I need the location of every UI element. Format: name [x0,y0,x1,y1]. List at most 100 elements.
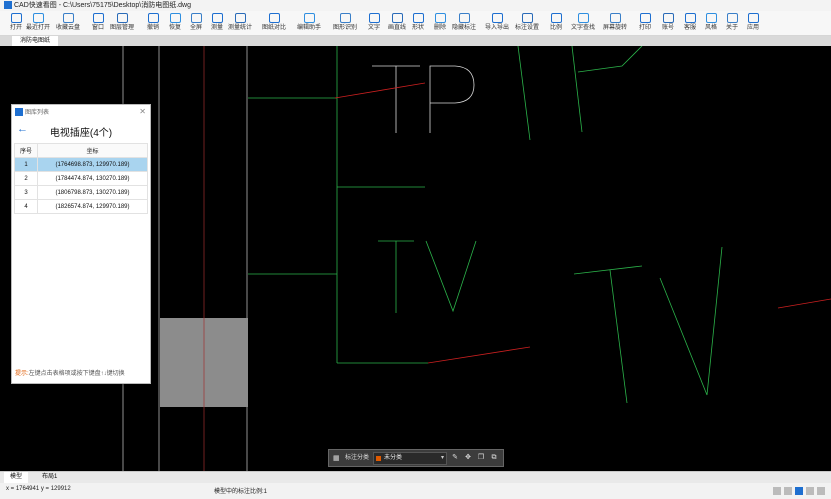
status-message: 模型中的标注比例:1 [214,489,268,495]
column-header: 序号 [14,143,38,158]
row-coord: (1784474.874, 130270.189) [37,171,148,186]
measure-button[interactable]: 测量 [205,12,229,34]
toolbar-label: 最近打开 [26,25,51,31]
vip-icon [190,13,202,23]
apply-button[interactable]: 应用 [741,12,765,34]
cad-line [517,45,531,141]
result-panel[interactable]: 图库列表 ✕ ← 电视插座(4个) 序号 坐标 1 (1764698.873, 1… [11,104,151,384]
category-select[interactable]: 未分类 ▾ [373,452,447,465]
stats-icon [234,13,246,23]
print-button[interactable]: 打印 [633,12,657,34]
toolbar-label: 测量 [210,25,223,31]
tv-letter-stroke [659,246,723,396]
move-icon[interactable]: ✥ [463,452,473,463]
layout-tabs: 模型 布局1 [0,471,831,483]
table-row[interactable]: 2 (1784474.874, 130270.189) [14,171,148,186]
open-button[interactable]: 打开 [4,12,28,34]
toolbar-label: 文字 [367,25,380,31]
toolbar-label: 屏幕旋转 [603,25,628,31]
status-toggle-icon[interactable] [784,487,792,495]
toolbar-label: 删除 [433,25,446,31]
toolbar-label: 打印 [638,25,651,31]
table-row[interactable]: 4 (1826574.874, 129970.189) [14,199,148,214]
title-bar: CAD快速看图 - C:\Users\75175\Desktop\消防电图纸.d… [0,0,831,11]
layer-button[interactable]: 图层管理 [110,12,134,34]
recognize-button[interactable]: 图形识别 [333,12,357,34]
panel-title: 图库列表 [15,108,49,118]
document-tabstrip: 消防电图纸 [0,36,831,46]
measure-stat-button[interactable]: 测量统计 [228,12,252,34]
delete-button[interactable]: 删除 [428,12,452,34]
eraser-icon [434,13,446,23]
duplicate-icon[interactable]: ⧉ [489,452,499,463]
undo-button[interactable]: 撤销 [141,12,165,34]
layers-icon [116,13,128,23]
compare-icon [268,13,280,23]
text-button[interactable]: 文字 [362,12,386,34]
tab-model[interactable]: 模型 [4,472,29,483]
find-button[interactable]: 文字查找 [571,12,595,34]
table-row[interactable]: 3 (1806798.873, 130270.189) [14,185,148,200]
shape-button[interactable]: 形状 [406,12,430,34]
status-toggle-icon[interactable] [806,487,814,495]
toolbar-label: 窗口 [91,25,104,31]
category-value: 未分类 [384,455,403,461]
hide-icon [458,13,470,23]
window-title: CAD快速看图 - C:\Users\75175\Desktop\消防电图纸.d… [14,2,191,9]
annot-button[interactable]: 标注设置 [515,12,539,34]
tp-letter-stroke [429,65,475,133]
text-icon [368,13,380,23]
headset-icon [684,13,696,23]
document-tab[interactable]: 消防电图纸 [12,36,58,46]
edit-icon[interactable]: ✎ [450,452,460,463]
screen-button[interactable]: 屏幕旋转 [603,12,627,34]
row-number: 3 [14,185,38,200]
account-button[interactable]: 账号 [656,12,680,34]
window-button[interactable]: 窗口 [86,12,110,34]
tv-letter-stroke [609,269,628,404]
cad-line [777,298,831,309]
settings-icon [521,13,533,23]
cloud-button[interactable]: 收藏云盘 [56,12,80,34]
table-row[interactable]: 1 (1764698.873, 129970.189) [14,157,148,172]
style-icon [705,13,717,23]
status-toggle-icon[interactable] [817,487,825,495]
toolbar-label: 编辑助手 [297,25,322,31]
toolbar-label: 图层管理 [110,25,135,31]
compare-button[interactable]: 图纸对比 [262,12,286,34]
assistant-button[interactable]: 编辑助手 [297,12,321,34]
toolbar-label: 打开 [9,25,22,31]
undo-icon [147,13,159,23]
panel-hint: 提示:左键点击表格项或按下键盘↑↓键切换 [15,368,125,377]
recent-button[interactable]: 最近打开 [26,12,50,34]
status-toggle-icon[interactable] [795,487,803,495]
cad-line [427,346,531,364]
toolbar-label: 形状 [411,25,424,31]
row-number: 1 [14,157,38,172]
scale-button[interactable]: 比例 [544,12,568,34]
copy-icon[interactable]: ❐ [476,452,486,463]
panel-title-text: 图库列表 [25,110,50,116]
import-icon [491,13,503,23]
cad-line [334,82,426,99]
toolbar-label: 文字查找 [571,25,596,31]
toolbar-label: 比例 [549,25,562,31]
toolbar-label: 撤销 [146,25,159,31]
status-bar: x = 1764941 y = 129912 模型中的标注比例:1 [0,483,831,499]
annotation-bar: ▦ 标注分类 未分类 ▾ ✎ ✥ ❐ ⧉ [328,449,504,467]
row-coord: (1826574.874, 129970.189) [37,199,148,214]
recognize-icon [339,13,351,23]
import-button[interactable]: 导入导出 [485,12,509,34]
toolbar-label: 图形识别 [333,25,358,31]
status-toggle-icon[interactable] [773,487,781,495]
panel-heading: 电视插座(4个) [49,128,113,139]
hide-button[interactable]: 隐藏标注 [452,12,476,34]
toolbar-label: 测量统计 [228,25,253,31]
scale-icon [550,13,562,23]
tv-letter-stroke [425,240,477,313]
grid-icon[interactable]: ▦ [333,454,340,462]
app-icon [15,108,23,117]
tab-layout1[interactable]: 布局1 [36,472,63,483]
rotate-icon [609,13,621,23]
close-icon[interactable]: ✕ [139,107,146,116]
